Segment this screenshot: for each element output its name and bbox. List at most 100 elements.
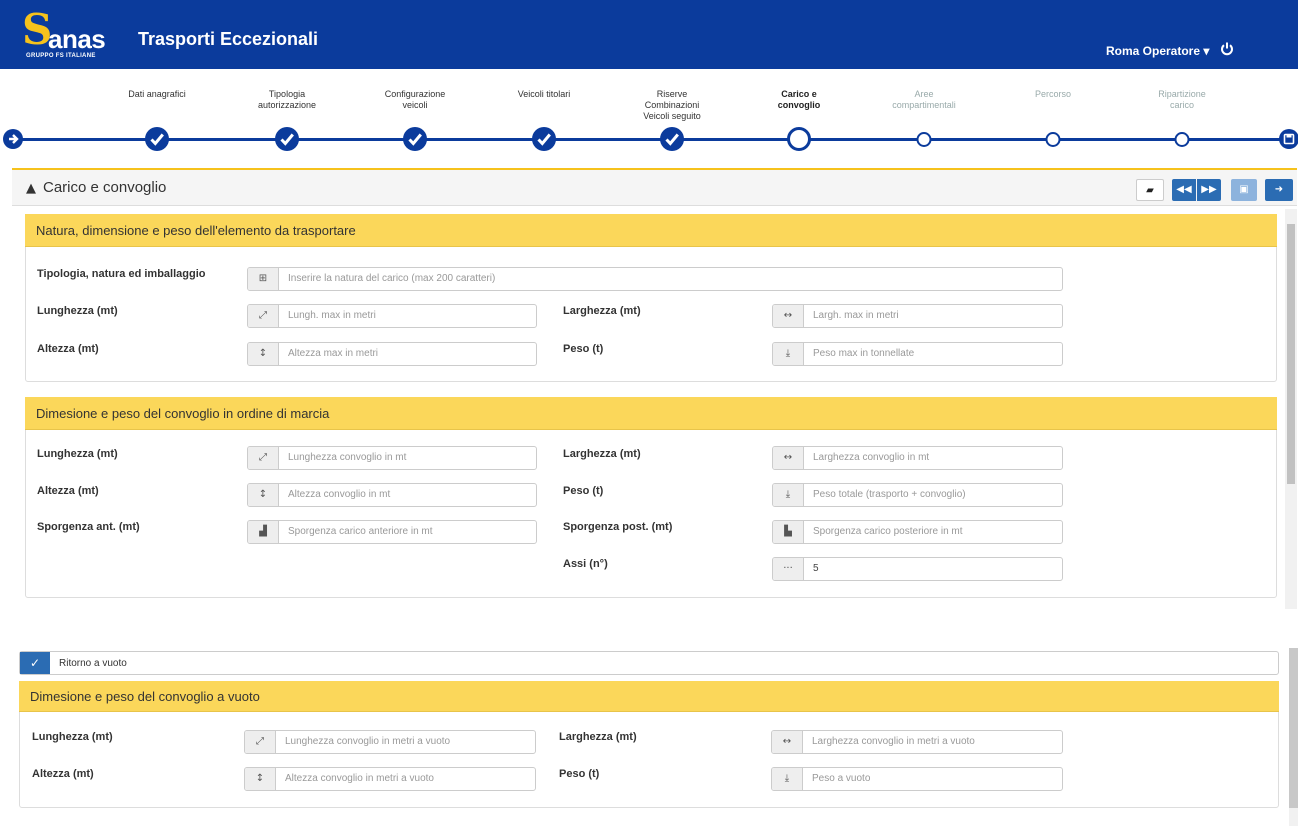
larghezza-input[interactable]: Largh. max in metri (813, 310, 899, 321)
exit-button[interactable]: ➜ (1265, 179, 1293, 201)
altezza-field[interactable]: ↕ Altezza convoglio in metri a vuoto (244, 767, 536, 791)
step-node-2[interactable] (275, 127, 299, 151)
altezza-field[interactable]: ↕ Altezza max in metri (247, 342, 537, 366)
resize-horizontal-icon: ↔ (773, 447, 804, 469)
peso-label: Peso (t) (563, 485, 604, 497)
sporgenza-post-label: Sporgenza post. (mt) (563, 521, 673, 533)
step-node-5[interactable] (660, 127, 684, 151)
download-icon: ⤓ (773, 343, 804, 365)
lunghezza-input[interactable]: Lungh. max in metri (288, 310, 376, 321)
sporgenza-post-input[interactable]: Sporgenza carico posteriore in mt (813, 526, 963, 537)
previous-step-button[interactable]: ◀◀ (1172, 179, 1196, 201)
backward-icon: ◀◀ (1176, 184, 1192, 195)
manual-button[interactable]: ▰ (1136, 179, 1164, 201)
peso-field[interactable]: ⤓ Peso a vuoto (771, 767, 1063, 791)
assi-input[interactable]: 5 (813, 563, 819, 574)
lunghezza-label: Lunghezza (mt) (37, 448, 118, 460)
step-node-3[interactable] (403, 127, 427, 151)
larghezza-field[interactable]: ↔ Larghezza convoglio in mt (772, 446, 1063, 470)
logo-symbol: S (22, 5, 53, 54)
sporgenza-ant-input[interactable]: Sporgenza carico anteriore in mt (288, 526, 433, 537)
resize-diagonal-icon: ⤢ (248, 447, 279, 469)
tipologia-field[interactable]: ⊞ Inserire la natura del carico (max 200… (247, 267, 1063, 291)
resize-diagonal-icon: ⤢ (248, 305, 279, 327)
lunghezza-label: Lunghezza (mt) (37, 305, 118, 317)
altezza-input[interactable]: Altezza max in metri (288, 348, 378, 359)
anas-logo[interactable]: S anas GRUPPO FS ITALIANE (22, 5, 112, 62)
panel-title: Carico e convoglio (43, 179, 167, 196)
stepper-save-node[interactable] (1279, 129, 1298, 149)
larghezza-input[interactable]: Larghezza convoglio in metri a vuoto (812, 736, 975, 747)
check-icon (408, 133, 422, 146)
altezza-label: Altezza (mt) (37, 343, 99, 355)
larghezza-field[interactable]: ↔ Largh. max in metri (772, 304, 1063, 328)
ritorno-vuoto-checkbox[interactable]: ✓ Ritorno a vuoto (19, 651, 1279, 675)
lunghezza-input[interactable]: Lunghezza convoglio in mt (288, 452, 406, 463)
peso-input[interactable]: Peso totale (trasporto + convoglio) (813, 489, 966, 500)
logo-subtitle: GRUPPO FS ITALIANE (26, 53, 96, 59)
tipologia-label: Tipologia, natura ed imballaggio (37, 268, 206, 280)
step-label-dati-anagrafici[interactable]: Dati anagrafici (97, 89, 217, 100)
resize-vertical-icon: ↕ (248, 343, 279, 365)
download-icon: ⤓ (772, 768, 803, 790)
save-button[interactable]: ▣ (1231, 179, 1257, 201)
peso-input[interactable]: Peso max in tonnellate (813, 348, 914, 359)
altezza-label: Altezza (mt) (37, 485, 99, 497)
step-node-4[interactable] (532, 127, 556, 151)
save-icon: ▣ (1239, 184, 1249, 195)
sporgenza-ant-field[interactable]: ▟ Sporgenza carico anteriore in mt (247, 520, 537, 544)
page-scrollbar-thumb[interactable] (1289, 648, 1298, 808)
step-label-riserve[interactable]: Riserve Combinazioni Veicoli seguito (637, 89, 707, 122)
book-icon: ▰ (1146, 185, 1154, 196)
larghezza-label: Larghezza (mt) (563, 305, 641, 317)
peso-field[interactable]: ⤓ Peso max in tonnellate (772, 342, 1063, 366)
gift-icon: ⊞ (248, 268, 279, 290)
check-icon[interactable]: ✓ (20, 652, 50, 674)
stepper-line (14, 138, 1286, 141)
check-icon (280, 133, 294, 146)
peso-input[interactable]: Peso a vuoto (812, 773, 870, 784)
assi-field[interactable]: ··· 5 (772, 557, 1063, 581)
tipologia-input[interactable]: Inserire la natura del carico (max 200 c… (288, 273, 495, 284)
step-node-1[interactable] (145, 127, 169, 151)
resize-horizontal-icon: ↔ (773, 305, 804, 327)
next-step-button[interactable]: ▶▶ (1197, 179, 1221, 201)
main-panel: ▲ Carico e convoglio ▰ ◀◀ ▶▶ ▣ ➜ Natura,… (12, 168, 1297, 612)
lunghezza-label: Lunghezza (mt) (32, 731, 113, 743)
step-label-tipologia[interactable]: Tipologia autorizzazione (247, 89, 327, 111)
section-title: Dimesione e peso del convoglio in ordine… (25, 397, 1277, 430)
forward-icon: ▶▶ (1201, 184, 1217, 195)
peso-label: Peso (t) (563, 343, 604, 355)
panel-scrollbar-thumb[interactable] (1287, 224, 1295, 484)
section-title: Dimesione e peso del convoglio a vuoto (19, 681, 1279, 712)
larghezza-field[interactable]: ↔ Larghezza convoglio in metri a vuoto (771, 730, 1063, 754)
peso-field[interactable]: ⤓ Peso totale (trasporto + convoglio) (772, 483, 1063, 507)
step-node-8 (1045, 132, 1061, 147)
altezza-field[interactable]: ↕ Altezza convoglio in mt (247, 483, 537, 507)
larghezza-label: Larghezza (mt) (559, 731, 637, 743)
step-node-current[interactable] (787, 127, 811, 151)
ellipsis-icon: ··· (773, 558, 804, 580)
user-menu-dropdown[interactable]: Roma Operatore ▾ (1106, 44, 1209, 58)
logo-word: anas (48, 24, 106, 54)
sporgenza-post-field[interactable]: ▙ Sporgenza carico posteriore in mt (772, 520, 1063, 544)
step-label-configurazione[interactable]: Configurazione veicoli (375, 89, 455, 111)
lunghezza-field[interactable]: ⤢ Lunghezza convoglio in mt (247, 446, 537, 470)
altezza-input[interactable]: Altezza convoglio in mt (288, 489, 390, 500)
power-icon[interactable] (1220, 42, 1234, 56)
altezza-input[interactable]: Altezza convoglio in metri a vuoto (285, 773, 434, 784)
sporgenza-ant-icon: ▟ (248, 521, 279, 543)
resize-vertical-icon: ↕ (248, 484, 279, 506)
step-label-ripartizione: Ripartizione carico (1158, 89, 1206, 110)
larghezza-input[interactable]: Larghezza convoglio in mt (813, 452, 929, 463)
resize-diagonal-icon: ⤢ (245, 731, 276, 753)
step-label-veicoli-titolari[interactable]: Veicoli titolari (484, 89, 604, 100)
lunghezza-field[interactable]: ⤢ Lungh. max in metri (247, 304, 537, 328)
lunghezza-input[interactable]: Lunghezza convoglio in metri a vuoto (285, 736, 450, 747)
step-label-carico[interactable]: Carico e convoglio (769, 89, 829, 111)
lunghezza-field[interactable]: ⤢ Lunghezza convoglio in metri a vuoto (244, 730, 536, 754)
check-icon (665, 133, 679, 146)
stepper-start-node[interactable] (3, 129, 23, 149)
app-title: Trasporti Eccezionali (138, 29, 319, 49)
check-icon (150, 133, 164, 146)
